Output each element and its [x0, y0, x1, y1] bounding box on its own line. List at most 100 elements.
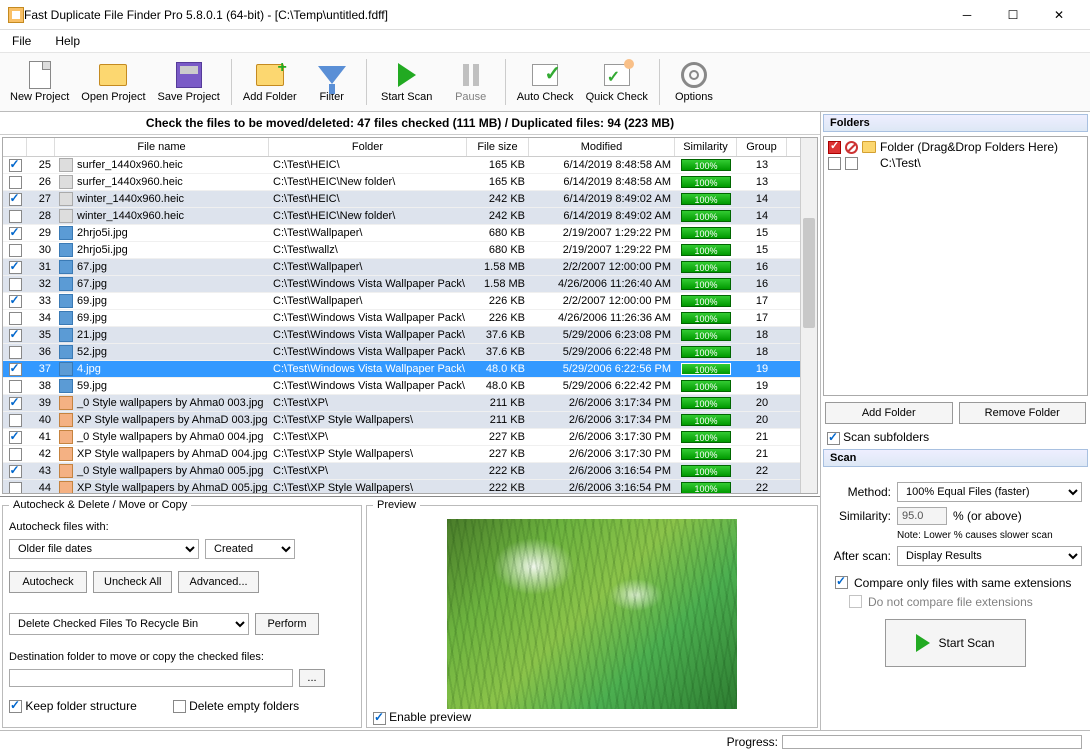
row-checkbox[interactable] [9, 176, 22, 189]
start-scan-button[interactable]: Start Scan [372, 57, 442, 107]
row-checkbox[interactable] [9, 482, 22, 495]
col-modified[interactable]: Modified [529, 138, 675, 156]
row-checkbox[interactable] [9, 244, 22, 257]
close-button[interactable]: ✕ [1036, 0, 1082, 30]
add-folder-icon [256, 64, 284, 86]
file-type-icon [59, 396, 73, 410]
add-folder-button-right[interactable]: Add Folder [825, 402, 953, 424]
enable-preview-checkbox[interactable]: Enable preview [373, 710, 471, 725]
table-row[interactable]: 292hrjo5i.jpgC:\Test\Wallpaper\680 KB2/1… [3, 225, 800, 242]
after-scan-select[interactable]: Display Results [897, 546, 1082, 566]
compare-ext-checkbox[interactable] [835, 576, 848, 589]
forbid-icon [845, 141, 858, 154]
minimize-button[interactable]: ─ [944, 0, 990, 30]
perform-button[interactable]: Perform [255, 613, 319, 635]
col-filesize[interactable]: File size [467, 138, 529, 156]
row-checkbox[interactable] [9, 346, 22, 359]
table-row[interactable]: 26surfer_1440x960.heicC:\Test\HEIC\New f… [3, 174, 800, 191]
new-project-button[interactable]: New Project [4, 57, 75, 107]
table-row[interactable]: 302hrjo5i.jpgC:\Test\wallz\680 KB2/19/20… [3, 242, 800, 259]
delete-empty-checkbox[interactable]: Delete empty folders [173, 699, 299, 713]
row-checkbox[interactable] [9, 261, 22, 274]
quick-check-button[interactable]: Quick Check [580, 57, 654, 107]
table-row[interactable]: 3167.jpgC:\Test\Wallpaper\1.58 MB2/2/200… [3, 259, 800, 276]
browse-button[interactable]: ... [299, 669, 325, 687]
table-row[interactable]: 40XP Style wallpapers by AhmaD 003.jpgC:… [3, 412, 800, 429]
col-group[interactable]: Group [737, 138, 787, 156]
destination-input[interactable] [9, 669, 293, 687]
row-checkbox[interactable] [9, 414, 22, 427]
autocheck-mode-select[interactable]: Older file dates [9, 539, 199, 559]
file-name: 67.jpg [73, 261, 269, 273]
row-checkbox[interactable] [9, 193, 22, 206]
document-icon [29, 61, 51, 89]
table-row[interactable]: 42XP Style wallpapers by AhmaD 004.jpgC:… [3, 446, 800, 463]
start-scan-big-button[interactable]: Start Scan [885, 619, 1025, 667]
row-checkbox[interactable] [9, 295, 22, 308]
title-bar: Fast Duplicate File Finder Pro 5.8.0.1 (… [0, 0, 1090, 30]
table-row[interactable]: 25surfer_1440x960.heicC:\Test\HEIC\165 K… [3, 157, 800, 174]
pause-button[interactable]: Pause [442, 57, 500, 107]
add-folder-button[interactable]: Add Folder [237, 57, 303, 107]
table-row[interactable]: 27winter_1440x960.heicC:\Test\HEIC\242 K… [3, 191, 800, 208]
uncheck-all-button[interactable]: Uncheck All [93, 571, 172, 593]
file-size: 165 KB [467, 159, 529, 171]
table-row[interactable]: 28winter_1440x960.heicC:\Test\HEIC\New f… [3, 208, 800, 225]
row-checkbox[interactable] [9, 210, 22, 223]
maximize-button[interactable]: ☐ [990, 0, 1036, 30]
table-row[interactable]: 44XP Style wallpapers by AhmaD 005.jpgC:… [3, 480, 800, 494]
similarity-input[interactable] [897, 507, 947, 525]
table-row[interactable]: 3469.jpgC:\Test\Windows Vista Wallpaper … [3, 310, 800, 327]
row-checkbox[interactable] [9, 431, 22, 444]
save-project-button[interactable]: Save Project [152, 57, 226, 107]
row-checkbox[interactable] [9, 278, 22, 291]
row-checkbox[interactable] [9, 465, 22, 478]
row-checkbox[interactable] [9, 227, 22, 240]
table-row[interactable]: 39_0 Style wallpapers by Ahma0 003.jpgC:… [3, 395, 800, 412]
delete-action-select[interactable]: Delete Checked Files To Recycle Bin [9, 613, 249, 635]
keep-structure-checkbox[interactable]: Keep folder structure [9, 699, 137, 713]
menu-help[interactable]: Help [49, 32, 86, 50]
autocheck-datefield-select[interactable]: Created [205, 539, 295, 559]
row-checkbox[interactable] [9, 363, 22, 376]
table-row[interactable]: 41_0 Style wallpapers by Ahma0 004.jpgC:… [3, 429, 800, 446]
row-checkbox[interactable] [9, 448, 22, 461]
table-row[interactable]: 43_0 Style wallpapers by Ahma0 005.jpgC:… [3, 463, 800, 480]
modified-date: 5/29/2006 6:22:48 PM [529, 346, 675, 358]
row-checkbox[interactable] [9, 397, 22, 410]
folder-row[interactable]: C:\Test\ [826, 155, 1085, 171]
window-title: Fast Duplicate File Finder Pro 5.8.0.1 (… [24, 8, 944, 22]
table-row[interactable]: 3521.jpgC:\Test\Windows Vista Wallpaper … [3, 327, 800, 344]
col-folder[interactable]: Folder [269, 138, 467, 156]
folder-checkbox[interactable] [828, 157, 841, 170]
remove-folder-button[interactable]: Remove Folder [959, 402, 1087, 424]
autocheck-button[interactable]: Autocheck [9, 571, 87, 593]
vertical-scrollbar[interactable] [800, 138, 817, 493]
table-row[interactable]: 3369.jpgC:\Test\Wallpaper\226 KB2/2/2007… [3, 293, 800, 310]
options-button[interactable]: Options [665, 57, 723, 107]
results-grid[interactable]: File name Folder File size Modified Simi… [2, 137, 818, 494]
modified-date: 4/26/2006 11:26:40 AM [529, 278, 675, 290]
file-type-icon [59, 243, 73, 257]
method-select[interactable]: 100% Equal Files (faster) [897, 482, 1082, 502]
open-project-button[interactable]: Open Project [75, 57, 151, 107]
col-filename[interactable]: File name [55, 138, 269, 156]
row-checkbox[interactable] [9, 329, 22, 342]
table-row[interactable]: 374.jpgC:\Test\Windows Vista Wallpaper P… [3, 361, 800, 378]
filter-button[interactable]: Filter [303, 57, 361, 107]
menu-file[interactable]: File [6, 32, 37, 50]
folders-list[interactable]: Folder (Drag&Drop Folders Here) C:\Test\ [823, 136, 1088, 396]
scan-subfolders-checkbox[interactable]: Scan subfolders [827, 430, 1084, 445]
auto-check-button[interactable]: Auto Check [511, 57, 580, 107]
scrollbar-thumb[interactable] [803, 218, 815, 328]
col-similarity[interactable]: Similarity [675, 138, 737, 156]
folder-checkbox2[interactable] [845, 157, 858, 170]
table-row[interactable]: 3267.jpgC:\Test\Windows Vista Wallpaper … [3, 276, 800, 293]
table-row[interactable]: 3859.jpgC:\Test\Windows Vista Wallpaper … [3, 378, 800, 395]
row-checkbox[interactable] [9, 159, 22, 172]
table-row[interactable]: 3652.jpgC:\Test\Windows Vista Wallpaper … [3, 344, 800, 361]
row-checkbox[interactable] [9, 312, 22, 325]
advanced-button[interactable]: Advanced... [178, 571, 258, 593]
similarity-bar: 100% [681, 244, 731, 256]
row-checkbox[interactable] [9, 380, 22, 393]
